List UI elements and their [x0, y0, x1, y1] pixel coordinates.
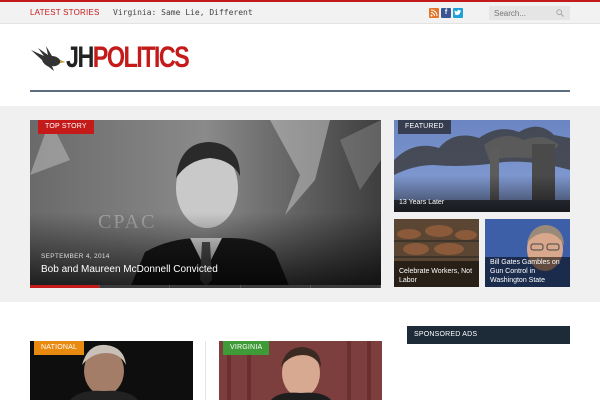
national-tag[interactable]: NATIONAL — [34, 341, 85, 355]
logo-jh: JH — [66, 41, 94, 74]
eagle-icon — [31, 46, 65, 71]
column-divider — [205, 341, 206, 400]
virginia-tag[interactable]: VIRGINIA — [223, 341, 270, 355]
slider-segment[interactable] — [170, 285, 241, 288]
slider-segment[interactable] — [311, 285, 382, 288]
top-story-slide[interactable]: CPAC — [30, 120, 381, 288]
top-story-tag[interactable]: TOP STORY — [38, 120, 94, 134]
slider-segment[interactable] — [30, 285, 101, 288]
top-story-headline[interactable]: Bob and Maureen McDonnell Convicted — [41, 264, 218, 275]
sponsored-ads-heading: SPONSORED ADS — [407, 326, 570, 344]
slider-segment[interactable] — [100, 285, 171, 288]
featured-tag[interactable]: FEATURED — [398, 120, 451, 134]
featured-side-bottom-right-caption[interactable]: Bill Gates Gambles on Gun Control in Was… — [490, 258, 566, 285]
top-story-date: SEPTEMBER 4, 2014 — [41, 253, 110, 260]
latest-stories-label: LATEST STORIES — [30, 8, 100, 17]
slider-segment[interactable] — [241, 285, 311, 288]
slider-progress[interactable] — [30, 285, 382, 288]
top-story-image: CPAC — [30, 120, 381, 288]
site-logo[interactable]: JHPOLITICS — [30, 40, 190, 76]
news-ticker-link[interactable]: Virginia: Same Lie, Different — [113, 8, 253, 17]
featured-side-top-caption[interactable]: 13 Years Later — [399, 198, 444, 207]
top-bar: LATEST STORIES Virginia: Same Lie, Diffe… — [0, 0, 600, 24]
search-icon[interactable] — [556, 9, 564, 17]
facebook-icon[interactable]: f — [441, 8, 451, 18]
rss-icon[interactable] — [429, 8, 439, 18]
twitter-icon[interactable] — [453, 8, 463, 18]
featured-side-bottom-left-caption[interactable]: Celebrate Workers, Not Labor — [399, 267, 477, 285]
logo-politics: POLITICS — [92, 41, 190, 74]
header-divider — [30, 90, 570, 92]
